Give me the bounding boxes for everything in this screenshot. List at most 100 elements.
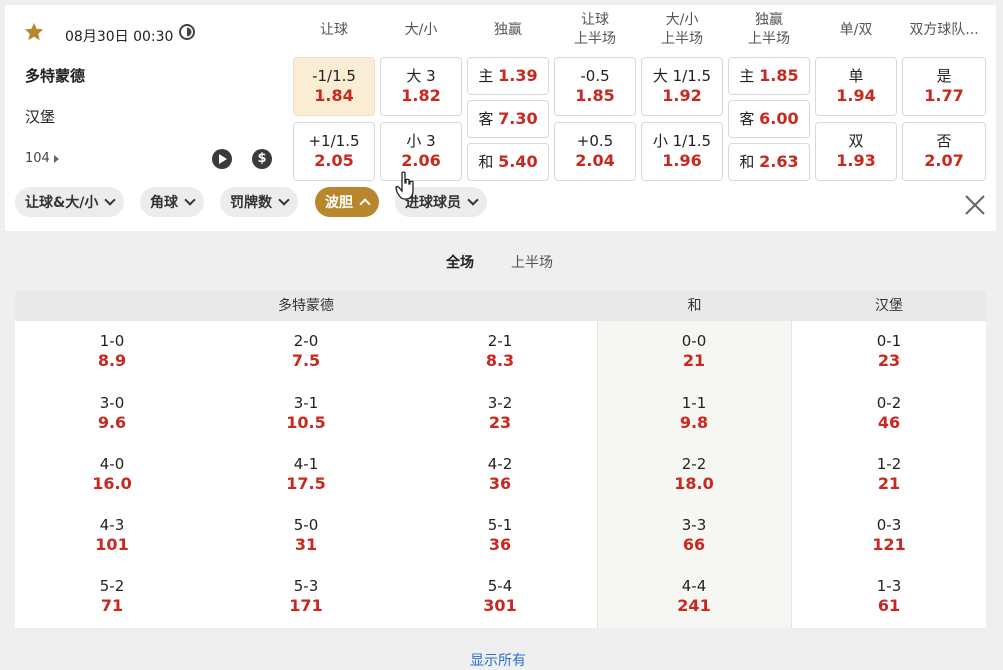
score-label: 4-0: [99, 455, 125, 473]
odds-label: +1/1.5: [308, 132, 360, 150]
score-cell[interactable]: 1-0 8.9: [52, 332, 172, 371]
filter-cards[interactable]: 罚牌数: [220, 187, 298, 217]
more-markets-link[interactable]: 104: [25, 151, 59, 166]
score-cell[interactable]: 1-1 9.8: [634, 394, 754, 433]
score-odd: 66: [682, 535, 706, 554]
score-cell[interactable]: 4-2 36: [440, 455, 560, 494]
odds-cell-handicap-1h-away[interactable]: +0.5 2.04: [554, 122, 636, 181]
score-odd: 8.9: [97, 351, 127, 370]
score-cell[interactable]: 5-3 171: [246, 577, 366, 616]
score-label: 4-4: [681, 577, 707, 595]
filter-correct-score[interactable]: 波胆: [315, 187, 379, 217]
filter-label: 波胆: [325, 195, 353, 211]
score-odd: 9.6: [97, 413, 127, 432]
chevron-down-icon: [467, 194, 479, 206]
score-label: 0-1: [876, 332, 902, 350]
col-header-overunder-1h: 大/小 上半场: [661, 12, 703, 47]
score-cell[interactable]: 1-3 61: [829, 577, 949, 616]
score-odd: 18.0: [674, 474, 714, 493]
odds-label: -1/1.5: [312, 67, 356, 85]
score-cell[interactable]: 0-0 21: [634, 332, 754, 371]
score-cell[interactable]: 4-4 241: [634, 577, 754, 616]
col-header-moneyline: 独赢: [494, 22, 522, 38]
score-cell[interactable]: 5-0 31: [246, 516, 366, 555]
odds-cell-ml-1h-away[interactable]: 客 6.00: [728, 100, 810, 138]
odds-label: +0.5: [576, 132, 614, 150]
odds-cell-ml-1h-draw[interactable]: 和 2.63: [728, 143, 810, 181]
odds-label: 和: [739, 153, 755, 171]
odds-cell-handicap-away[interactable]: +1/1.5 2.05: [293, 122, 375, 181]
score-cell[interactable]: 0-3 121: [829, 516, 949, 555]
odds-cell-ml-home[interactable]: 主 1.39: [467, 57, 549, 95]
header-away: 汉堡: [875, 298, 903, 314]
odds-cell-ml-away[interactable]: 客 7.30: [467, 100, 549, 138]
correct-score-table: 多特蒙德 和 汉堡 1-0 8.9 2-0 7.5 2-1 8.3 0-0 21 0-1 23 3-…: [15, 291, 986, 628]
score-cell[interactable]: 3-2 23: [440, 394, 560, 433]
odds-value: 1.85: [759, 66, 799, 85]
tab-first-half[interactable]: 上半场: [511, 252, 553, 272]
score-odd: 23: [877, 351, 901, 370]
odds-cell-under-1h[interactable]: 小 1/1.5 1.96: [641, 122, 723, 181]
odds-cell-ml-1h-home[interactable]: 主 1.85: [728, 57, 810, 95]
score-odd: 7.5: [291, 351, 321, 370]
score-odd: 16.0: [92, 474, 132, 493]
score-cell[interactable]: 4-0 16.0: [52, 455, 172, 494]
col-header-overunder: 大/小: [404, 22, 438, 38]
filter-corners[interactable]: 角球: [140, 187, 204, 217]
score-cell[interactable]: 5-4 301: [440, 577, 560, 616]
score-cell[interactable]: 1-2 21: [829, 455, 949, 494]
odds-label: 单: [848, 67, 864, 85]
odds-label: 否: [936, 132, 952, 150]
score-odd: 241: [677, 596, 711, 615]
score-cell[interactable]: 2-2 18.0: [634, 455, 754, 494]
odds-label: 小 3: [406, 132, 436, 150]
odds-cell-over-1h[interactable]: 大 1/1.5 1.92: [641, 57, 723, 116]
odds-value: 2.63: [759, 152, 799, 171]
play-icon[interactable]: [212, 149, 232, 169]
tab-full-time[interactable]: 全场: [446, 252, 474, 272]
odds-cell-handicap-1h-home[interactable]: -0.5 1.85: [554, 57, 636, 116]
chevron-up-icon: [359, 197, 371, 210]
odds-value: 1.94: [836, 86, 876, 105]
score-cell[interactable]: 4-3 101: [52, 516, 172, 555]
odds-cell-over[interactable]: 大 3 1.82: [380, 57, 462, 116]
score-label: 1-3: [876, 577, 902, 595]
score-cell[interactable]: 4-1 17.5: [246, 455, 366, 494]
score-cell[interactable]: 0-1 23: [829, 332, 949, 371]
odds-cell-under[interactable]: 小 3 2.06: [380, 122, 462, 181]
score-odd: 10.5: [286, 413, 326, 432]
score-label: 5-4: [487, 577, 513, 595]
odds-cell-ml-draw[interactable]: 和 5.40: [467, 143, 549, 181]
odds-label: 大 1/1.5: [652, 67, 712, 85]
score-cell[interactable]: 5-1 36: [440, 516, 560, 555]
score-label: 3-3: [681, 516, 707, 534]
odds-value: 2.04: [575, 151, 615, 170]
favorite-star-icon[interactable]: [23, 21, 45, 43]
hand-cursor-icon: [395, 171, 414, 200]
score-cell[interactable]: 3-0 9.6: [52, 394, 172, 433]
odds-cell-even[interactable]: 双 1.93: [815, 122, 897, 181]
filter-label: 罚牌数: [230, 195, 272, 211]
filter-handicap-overunder[interactable]: 让球&大/小: [15, 187, 125, 217]
score-label: 0-2: [876, 394, 902, 412]
score-cell[interactable]: 2-0 7.5: [246, 332, 366, 371]
score-odd: 171: [289, 596, 323, 615]
score-cell[interactable]: 3-3 66: [634, 516, 754, 555]
dollar-icon[interactable]: $: [252, 149, 272, 169]
col-header-handicap-1h: 让球 上半场: [574, 12, 616, 47]
odds-cell-odd[interactable]: 单 1.94: [815, 57, 897, 116]
odds-cell-btts-no[interactable]: 否 2.07: [902, 122, 986, 181]
away-team: 汉堡: [25, 108, 56, 126]
home-team: 多特蒙德: [25, 67, 86, 85]
score-cell[interactable]: 3-1 10.5: [246, 394, 366, 433]
odds-cell-handicap-home[interactable]: -1/1.5 1.84: [293, 57, 375, 116]
score-odd: 101: [95, 535, 129, 554]
close-icon[interactable]: [963, 193, 987, 217]
clock-icon: [179, 24, 195, 40]
show-all-link[interactable]: 显示所有: [470, 650, 526, 670]
score-cell[interactable]: 2-1 8.3: [440, 332, 560, 371]
odds-cell-btts-yes[interactable]: 是 1.77: [902, 57, 986, 116]
score-cell[interactable]: 5-2 71: [52, 577, 172, 616]
score-cell[interactable]: 0-2 46: [829, 394, 949, 433]
score-label: 5-0: [293, 516, 319, 534]
